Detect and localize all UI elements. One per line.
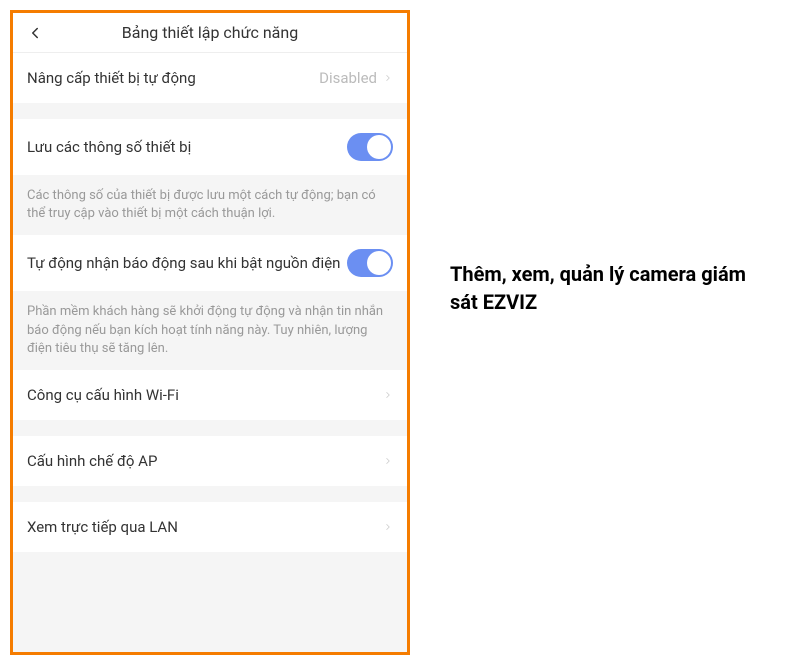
row-label: Nâng cấp thiết bị tự động [27, 69, 319, 87]
chevron-right-icon [383, 453, 393, 469]
row-label: Cấu hình chế độ AP [27, 452, 383, 470]
row-label: Công cụ cấu hình Wi-Fi [27, 386, 383, 404]
phone-screen: Bảng thiết lập chức năng Nâng cấp thiết … [10, 10, 410, 655]
chevron-right-icon [383, 70, 393, 86]
section-divider [13, 552, 407, 568]
chevron-right-icon [383, 387, 393, 403]
row-label: Lưu các thông số thiết bị [27, 138, 347, 156]
caption-text: Thêm, xem, quản lý camera giám sát EZVIZ [410, 10, 790, 316]
toggle-save-params[interactable] [347, 133, 393, 161]
back-button[interactable] [25, 23, 45, 43]
row-auto-upgrade[interactable]: Nâng cấp thiết bị tự động Disabled [13, 53, 407, 103]
row-label: Tự động nhận báo động sau khi bật nguồn … [27, 254, 347, 272]
chevron-left-icon [26, 24, 44, 42]
section-divider [13, 486, 407, 502]
help-text-save-params: Các thông số của thiết bị được lưu một c… [13, 175, 407, 235]
row-save-params[interactable]: Lưu các thông số thiết bị [13, 119, 407, 175]
row-wifi-tool[interactable]: Công cụ cấu hình Wi-Fi [13, 370, 407, 420]
page-title: Bảng thiết lập chức năng [45, 23, 375, 42]
row-lan-view[interactable]: Xem trực tiếp qua LAN [13, 502, 407, 552]
header-bar: Bảng thiết lập chức năng [13, 13, 407, 53]
row-ap-mode[interactable]: Cấu hình chế độ AP [13, 436, 407, 486]
help-text-auto-alarm: Phần mềm khách hàng sẽ khởi động tự động… [13, 291, 407, 370]
row-auto-alarm[interactable]: Tự động nhận báo động sau khi bật nguồn … [13, 235, 407, 291]
section-divider [13, 420, 407, 436]
row-label: Xem trực tiếp qua LAN [27, 518, 383, 536]
chevron-right-icon [383, 519, 393, 535]
section-divider [13, 103, 407, 119]
settings-list: Nâng cấp thiết bị tự động Disabled Lưu c… [13, 53, 407, 652]
row-value: Disabled [319, 69, 377, 87]
toggle-auto-alarm[interactable] [347, 249, 393, 277]
